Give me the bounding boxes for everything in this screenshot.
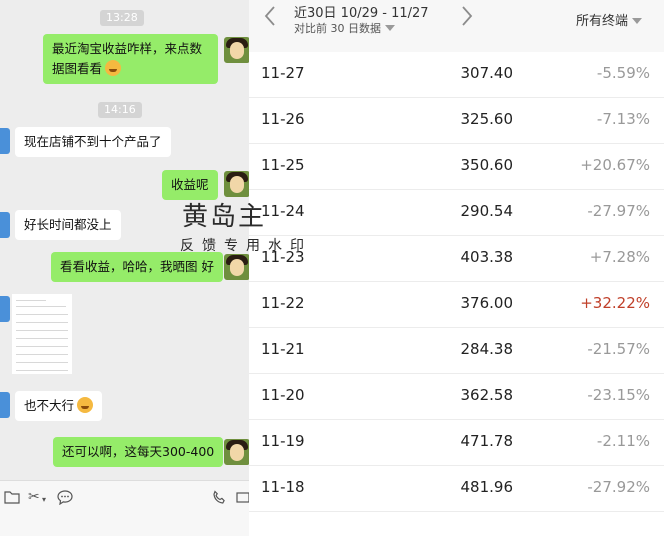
message-bubble-incoming[interactable]: 现在店铺不到十个产品了 xyxy=(15,127,171,157)
row-value: 376.00 xyxy=(460,294,514,312)
row-value: 350.60 xyxy=(460,156,514,174)
row-change: -27.97% xyxy=(587,202,650,220)
dropdown-arrow-icon xyxy=(632,18,642,24)
message-bubble-incoming[interactable]: 好长时间都没上 xyxy=(15,210,121,240)
row-change: -7.13% xyxy=(596,110,650,128)
compare-label: 对比前 30 日数据 xyxy=(294,22,381,35)
chevron-left-icon[interactable] xyxy=(263,5,277,34)
row-value: 471.78 xyxy=(460,432,514,450)
message-text: 好长时间都没上 xyxy=(24,217,112,232)
message-text: 看看收益，哈哈，我晒图 好 xyxy=(60,259,214,274)
row-value: 481.96 xyxy=(460,478,514,496)
table-row[interactable]: 11-24 290.54 -27.97% xyxy=(249,190,664,236)
chevron-right-icon[interactable] xyxy=(460,5,474,34)
sales-stats-panel: 近30日 10/29 - 11/27 对比前 30 日数据 所有终端 11-27… xyxy=(249,0,664,536)
row-change: +32.22% xyxy=(580,294,650,312)
emoji-icon xyxy=(105,60,122,76)
table-row[interactable]: 11-20 362.58 -23.15% xyxy=(249,374,664,420)
row-value: 307.40 xyxy=(460,64,514,82)
image-thumbnail[interactable] xyxy=(12,294,72,374)
row-value: 362.58 xyxy=(460,386,514,404)
table-row[interactable]: 11-22 376.00 +32.22% xyxy=(249,282,664,328)
row-change: -23.15% xyxy=(587,386,650,404)
avatar[interactable] xyxy=(224,254,249,280)
row-date: 11-20 xyxy=(261,386,305,404)
date-range-label: 近30日 10/29 - 11/27 xyxy=(294,6,429,21)
row-value: 284.38 xyxy=(460,340,514,358)
row-date: 11-22 xyxy=(261,294,305,312)
avatar[interactable] xyxy=(0,212,10,238)
row-change: +20.67% xyxy=(580,156,650,174)
timestamp: 14:16 xyxy=(98,102,142,118)
message-text: 还可以啊，这每天300-400 xyxy=(62,444,215,459)
terminal-selector[interactable]: 所有终端 xyxy=(576,10,642,29)
row-date: 11-18 xyxy=(261,478,305,496)
row-date: 11-26 xyxy=(261,110,305,128)
row-change: -2.11% xyxy=(596,432,650,450)
scissors-icon[interactable]: ✂ xyxy=(28,489,40,505)
chevron-down-icon[interactable]: ▾ xyxy=(42,495,46,504)
compare-selector[interactable]: 对比前 30 日数据 xyxy=(294,20,395,36)
row-date: 11-24 xyxy=(261,202,305,220)
table-row[interactable]: 11-18 481.96 -27.92% xyxy=(249,466,664,512)
row-change: +7.28% xyxy=(589,248,650,266)
row-value: 403.38 xyxy=(460,248,514,266)
table-row[interactable]: 11-21 284.38 -21.57% xyxy=(249,328,664,374)
table-row[interactable]: 11-26 325.60 -7.13% xyxy=(249,98,664,144)
phone-icon[interactable] xyxy=(212,490,227,509)
chat-panel: 13:28 最近淘宝收益咋样，来点数据图看看 14:16 现在店铺不到十个产品了… xyxy=(0,0,249,536)
avatar[interactable] xyxy=(224,439,249,465)
row-date: 11-27 xyxy=(261,64,305,82)
message-bubble-outgoing[interactable]: 还可以啊，这每天300-400 xyxy=(53,437,224,467)
avatar[interactable] xyxy=(224,37,249,63)
message-text: 现在店铺不到十个产品了 xyxy=(24,134,162,149)
message-text: 最近淘宝收益咋样，来点数据图看看 xyxy=(52,41,203,76)
message-bubble-outgoing[interactable]: 最近淘宝收益咋样，来点数据图看看 xyxy=(43,34,218,84)
row-change: -27.92% xyxy=(587,478,650,496)
avatar[interactable] xyxy=(0,128,10,154)
row-date: 11-19 xyxy=(261,432,305,450)
row-date: 11-25 xyxy=(261,156,305,174)
chat-toolbar: ✂ ▾ xyxy=(0,480,249,536)
terminal-label: 所有终端 xyxy=(575,14,628,29)
video-icon[interactable] xyxy=(236,490,249,508)
folder-icon[interactable] xyxy=(4,490,20,508)
table-row[interactable]: 11-19 471.78 -2.11% xyxy=(249,420,664,466)
row-change: -21.57% xyxy=(587,340,650,358)
row-value: 290.54 xyxy=(460,202,514,220)
stats-header: 近30日 10/29 - 11/27 对比前 30 日数据 所有终端 xyxy=(249,0,664,52)
row-value: 325.60 xyxy=(460,110,514,128)
timestamp: 13:28 xyxy=(100,10,144,26)
watermark-title: 黄岛主 xyxy=(182,202,267,232)
message-text: 收益呢 xyxy=(171,177,209,192)
dropdown-arrow-icon xyxy=(385,25,395,31)
avatar[interactable] xyxy=(224,171,249,197)
row-change: -5.59% xyxy=(596,64,650,82)
emoji-icon xyxy=(77,397,94,413)
row-date: 11-21 xyxy=(261,340,305,358)
message-bubble-incoming[interactable]: 也不大行 xyxy=(15,391,103,421)
table-row[interactable]: 11-25 350.60 +20.67% xyxy=(249,144,664,190)
table-row[interactable]: 11-27 307.40 -5.59% xyxy=(249,52,664,98)
message-bubble-outgoing[interactable]: 看看收益，哈哈，我晒图 好 xyxy=(51,252,223,282)
avatar[interactable] xyxy=(0,392,10,418)
watermark-subtitle: 反馈专用水印 xyxy=(180,238,312,254)
avatar[interactable] xyxy=(0,296,10,322)
message-text: 也不大行 xyxy=(24,398,75,413)
chat-bubble-icon[interactable] xyxy=(57,490,73,509)
